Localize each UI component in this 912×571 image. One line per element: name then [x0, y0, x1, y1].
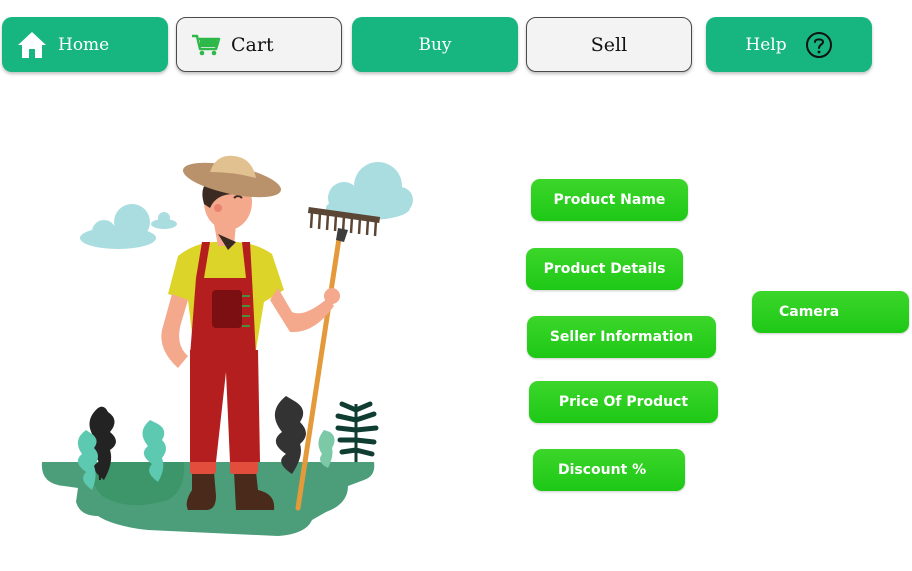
question-circle-icon — [805, 31, 833, 59]
product-name-label: Product Name — [553, 192, 666, 208]
buy-button[interactable]: Buy — [352, 17, 518, 72]
cart-label: Cart — [231, 33, 274, 56]
seller-information-button[interactable]: Seller Information — [527, 316, 716, 358]
camera-label: Camera — [779, 304, 840, 320]
product-name-button[interactable]: Product Name — [531, 179, 688, 221]
price-of-product-button[interactable]: Price Of Product — [529, 381, 718, 423]
product-details-label: Product Details — [543, 261, 666, 277]
sell-label: Sell — [590, 33, 628, 56]
buy-label: Buy — [418, 34, 452, 55]
help-label: Help — [745, 34, 787, 55]
sell-button[interactable]: Sell — [526, 17, 692, 72]
home-icon — [16, 30, 48, 60]
camera-button[interactable]: Camera — [752, 291, 909, 333]
home-button[interactable]: Home — [2, 17, 168, 72]
cloud-left-icon — [80, 204, 177, 249]
help-button[interactable]: Help — [706, 17, 872, 72]
cart-button[interactable]: Cart — [176, 17, 342, 72]
discount-button[interactable]: Discount % — [533, 449, 685, 491]
price-of-product-label: Price Of Product — [558, 394, 689, 410]
farmer-illustration — [41, 155, 413, 536]
cart-icon — [191, 33, 221, 57]
seller-information-label: Seller Information — [549, 329, 694, 345]
product-details-button[interactable]: Product Details — [526, 248, 683, 290]
discount-label: Discount % — [558, 462, 647, 478]
home-label: Home — [58, 34, 110, 55]
